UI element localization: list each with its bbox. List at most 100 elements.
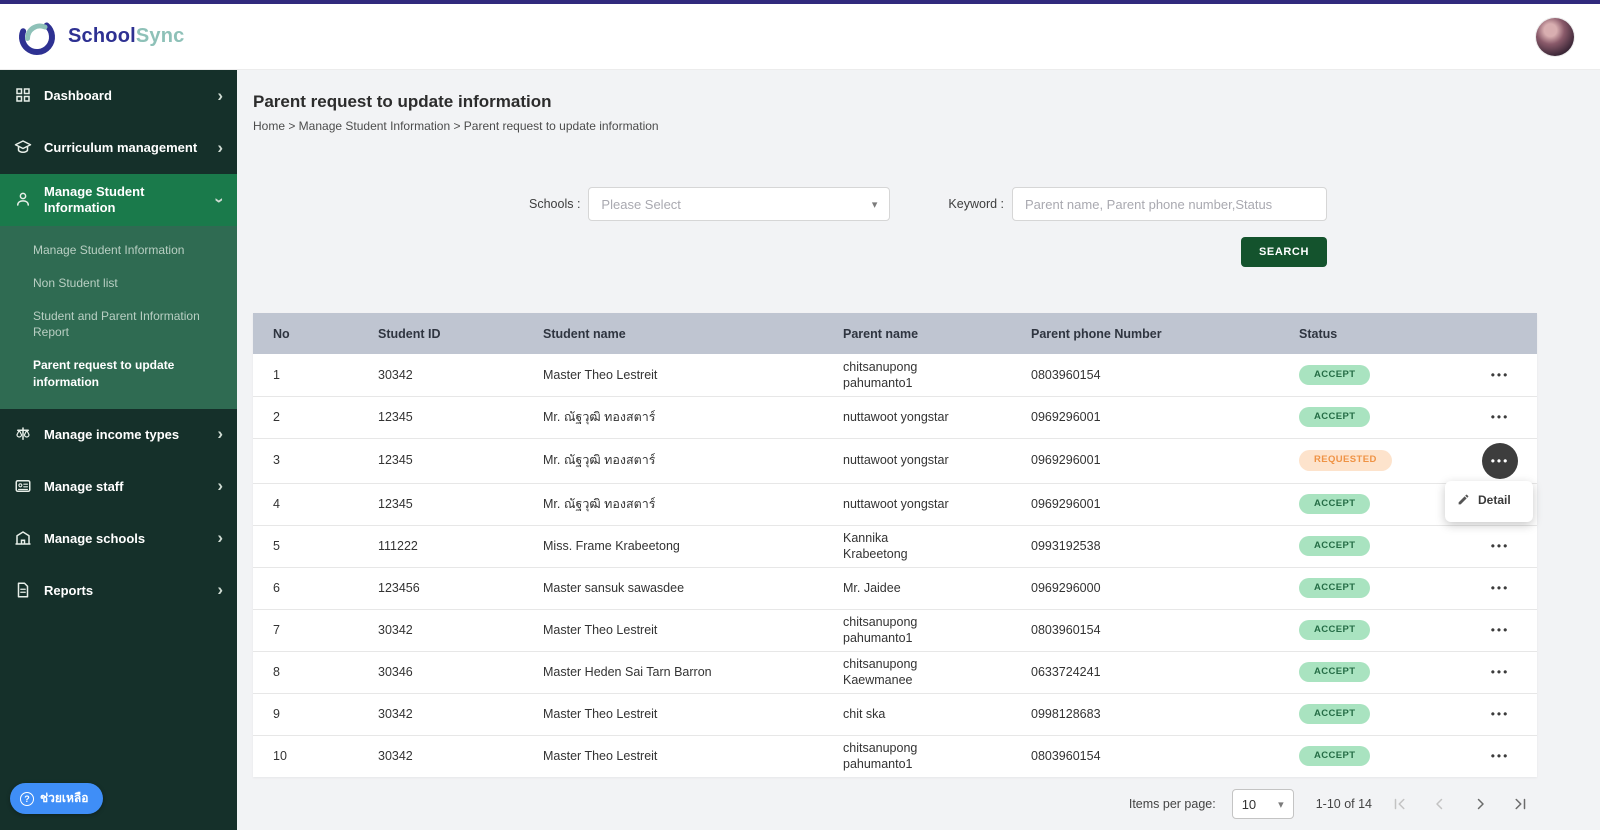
- row-menu-button[interactable]: •••: [1491, 581, 1510, 595]
- sidebar-item-label: Curriculum management: [44, 139, 198, 155]
- column-header-student-name: Student name: [523, 313, 823, 354]
- status-badge: ACCEPT: [1299, 406, 1371, 428]
- sidebar-item-manage-student-information[interactable]: Manage Student Information ›: [0, 174, 237, 226]
- status-badge: ACCEPT: [1299, 364, 1371, 385]
- edit-pencil-icon: [1457, 493, 1470, 510]
- submenu-item-non-student-list[interactable]: Non Student list: [0, 267, 237, 300]
- sidebar-item-manage-income-types[interactable]: Manage income types ›: [0, 409, 237, 461]
- chevron-right-icon: ›: [217, 137, 223, 157]
- parent-phone: 0969296001: [1031, 496, 1101, 511]
- reports-icon: [14, 581, 34, 601]
- sidebar-item-label: Dashboard: [44, 87, 112, 103]
- student-id: 30342: [378, 706, 413, 721]
- row-menu-button[interactable]: •••: [1491, 707, 1510, 721]
- brand-school: School: [68, 25, 136, 47]
- table-row: 5 111222 Miss. Frame Krabeetong Kannika Kra…: [253, 525, 1537, 568]
- status-badge: ACCEPT: [1299, 493, 1371, 515]
- parent-name: chitsanupong pahumanto1: [843, 614, 918, 645]
- student-name: Mr. ณัฐวุฒิ ทองสตาร์: [543, 453, 656, 468]
- status-badge: ACCEPT: [1299, 703, 1371, 725]
- keyword-label: Keyword :: [948, 197, 1005, 211]
- page-title: Parent request to update information: [253, 92, 552, 111]
- search-button[interactable]: SEARCH: [1240, 237, 1328, 267]
- question-icon: ?: [20, 791, 34, 806]
- keyword-filter-group: Keyword : SEARCH: [948, 187, 1328, 267]
- column-header-actions: [1467, 313, 1537, 354]
- parent-name: chitsanupong pahumanto1: [843, 741, 918, 772]
- keyword-input[interactable]: [1012, 187, 1328, 221]
- parent-phone: 0803960154: [1031, 749, 1101, 764]
- sidebar-item-reports[interactable]: Reports ›: [0, 565, 237, 617]
- sidebar-item-manage-schools[interactable]: Manage schools ›: [0, 513, 237, 565]
- parent-name: nuttawoot yongstar: [843, 453, 949, 468]
- curriculum-icon: [14, 138, 34, 158]
- top-accent-bar: [0, 0, 1600, 4]
- brand-logo[interactable]: SchoolSync: [14, 14, 184, 60]
- parent-phone: 0969296000: [1031, 580, 1101, 595]
- sidebar-item-manage-staff[interactable]: Manage staff ›: [0, 461, 237, 513]
- breadcrumb: Home > Manage Student Information > Pare…: [253, 119, 659, 133]
- row-menu-button[interactable]: •••: [1491, 539, 1510, 553]
- table-row: 2 12345 Mr. ณัฐวุฒิ ทองสตาร์ nuttawoot yong…: [253, 396, 1537, 439]
- user-avatar[interactable]: [1536, 17, 1574, 56]
- items-per-page-label: Items per page:: [1128, 797, 1216, 811]
- student-id: 12345: [378, 496, 413, 511]
- row-menu-button[interactable]: •••: [1491, 749, 1510, 763]
- next-page-button[interactable]: [1468, 792, 1492, 816]
- row-menu-button[interactable]: •••: [1491, 623, 1510, 637]
- row-number: 7: [273, 622, 280, 637]
- student-name: Master Theo Lestreit: [543, 622, 658, 637]
- parent-name: nuttawoot yongstar: [843, 496, 949, 511]
- submenu-item-student-and-parent-information-report[interactable]: Student and Parent Information Report: [0, 300, 237, 350]
- first-page-button[interactable]: [1388, 792, 1412, 816]
- column-header-parent-name: Parent name: [823, 313, 1011, 354]
- row-menu-button[interactable]: •••: [1491, 368, 1510, 382]
- student-id: 12345: [378, 453, 413, 468]
- submenu: Manage Student Information Non Student li…: [0, 226, 237, 409]
- student-id: 30346: [378, 664, 413, 679]
- row-menu-button[interactable]: •••: [1491, 665, 1510, 679]
- student-name: Mr. ณัฐวุฒิ ทองสตาร์: [543, 496, 656, 511]
- row-number: 6: [273, 580, 280, 595]
- row-number: 1: [273, 367, 280, 382]
- table-row: 10 30342 Master Theo Lestreit chitsanupong …: [253, 735, 1537, 777]
- pagination-bar: Items per page: 10 ▾ 1-10 of 14: [237, 777, 1600, 819]
- previous-page-button[interactable]: [1428, 792, 1452, 816]
- status-badge: REQUESTED: [1299, 450, 1392, 471]
- items-per-page-select[interactable]: 10 ▾: [1231, 789, 1294, 819]
- schools-select[interactable]: Please Select ▾: [588, 187, 891, 221]
- pagination-range: 1-10 of 14: [1315, 797, 1372, 811]
- status-badge: ACCEPT: [1299, 577, 1371, 599]
- table-row: 8 30346 Master Heden Sai Tarn Barron chitsa…: [253, 651, 1537, 694]
- submenu-item-manage-student-information[interactable]: Manage Student Information: [0, 234, 237, 267]
- page-header: Parent request to update information Hom…: [237, 70, 1600, 133]
- parent-phone: 0998128683: [1031, 706, 1101, 721]
- sidebar-item-label: Reports: [44, 582, 94, 598]
- student-id: 123456: [378, 580, 420, 595]
- last-page-button[interactable]: [1508, 792, 1532, 816]
- column-header-status: Status: [1279, 313, 1467, 354]
- row-number: 10: [273, 749, 287, 764]
- row-number: 4: [273, 496, 280, 511]
- sidebar-item-dashboard[interactable]: Dashboard ›: [0, 70, 237, 122]
- student-name: Master Theo Lestreit: [543, 749, 658, 764]
- detail-menu-item[interactable]: Detail: [1478, 493, 1511, 509]
- parent-name: chitsanupong Kaewmanee: [843, 656, 918, 687]
- sidebar-item-label: Manage staff: [44, 478, 124, 494]
- chevron-right-icon: ›: [217, 85, 223, 105]
- student-name: Master Theo Lestreit: [543, 706, 658, 721]
- app-header: SchoolSync: [0, 0, 1600, 70]
- student-id: 111222: [378, 538, 418, 553]
- help-button[interactable]: ? ช่วยเหลือ: [10, 783, 103, 814]
- submenu-item-parent-request-to-update-information[interactable]: Parent request to update information: [0, 349, 237, 399]
- student-name: Master Heden Sai Tarn Barron: [543, 664, 712, 679]
- brand-sync: Sync: [135, 25, 185, 47]
- row-menu-button[interactable]: •••: [1491, 410, 1510, 424]
- sidebar-item-curriculum-management[interactable]: Curriculum management ›: [0, 122, 237, 174]
- sidebar: Dashboard › Curriculum management › Manage S…: [0, 70, 237, 830]
- parent-name: chit ska: [843, 706, 886, 721]
- table-row: 7 30342 Master Theo Lestreit chitsanupong p…: [253, 609, 1537, 652]
- row-menu-button-open[interactable]: •••: [1482, 442, 1518, 479]
- schools-label: Schools :: [529, 197, 581, 211]
- table-row: 9 30342 Master Theo Lestreit chit ska 099812…: [253, 693, 1537, 736]
